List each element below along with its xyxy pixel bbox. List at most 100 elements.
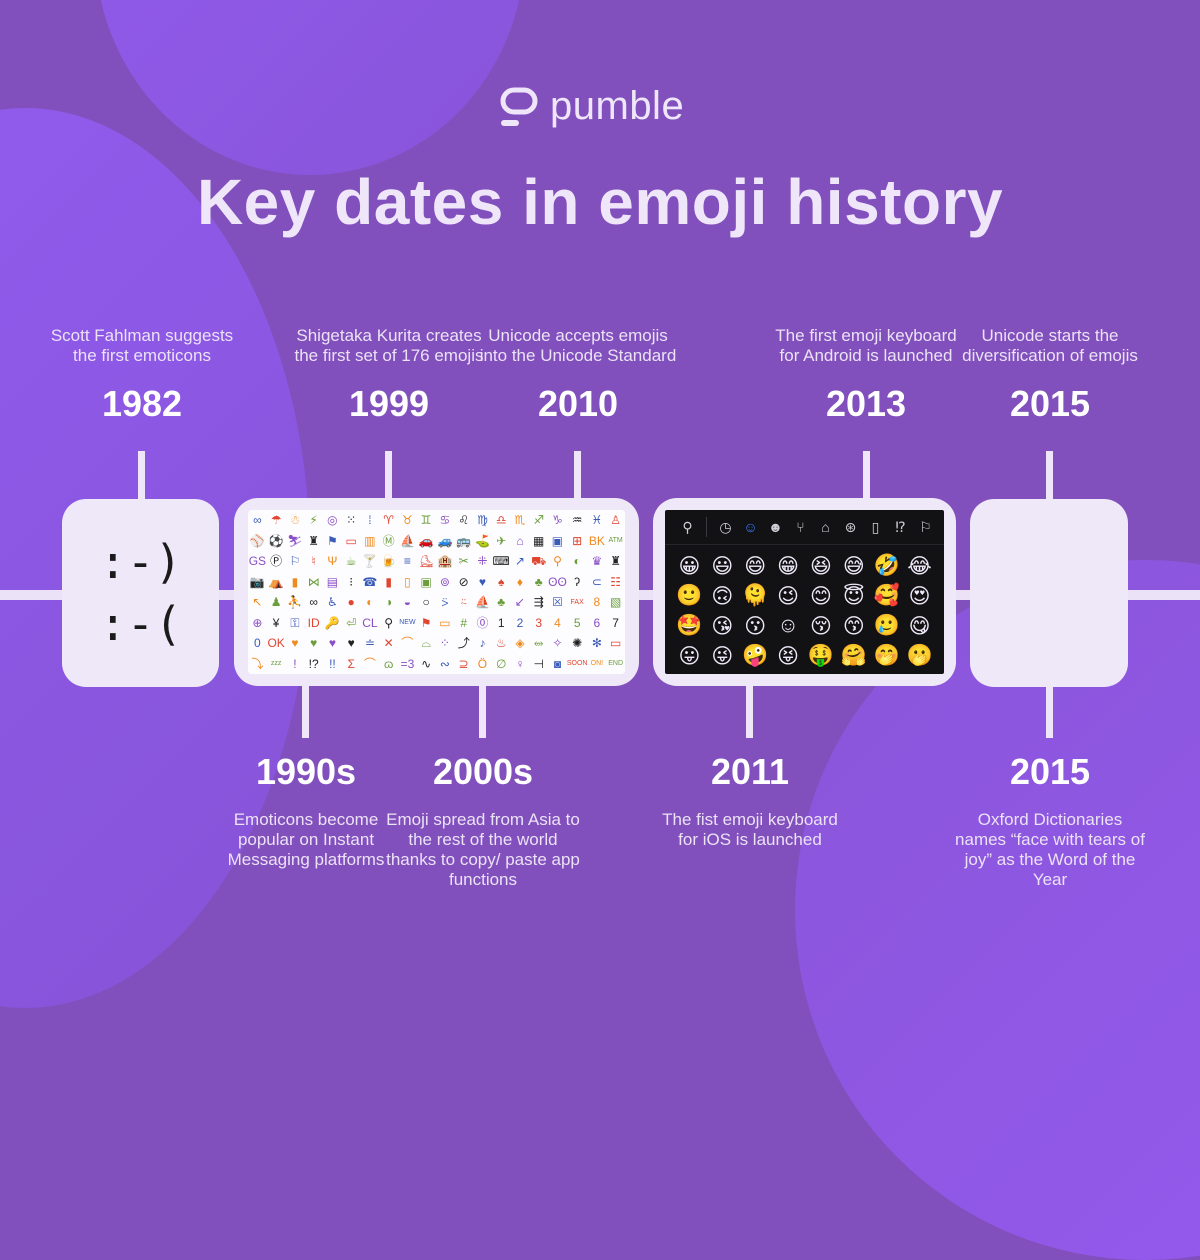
pumble-logo-icon bbox=[500, 87, 538, 126]
face-with-tears-of-joy-card: 😂 bbox=[970, 499, 1128, 687]
keyboard-emoji[interactable]: 😛 bbox=[678, 644, 700, 669]
original-emoji-glyph: ♀ bbox=[515, 656, 525, 671]
original-emoji-glyph: ⛺ bbox=[268, 574, 284, 589]
face-with-tears-of-joy-emoji: 😂 bbox=[995, 542, 1103, 645]
original-emoji-glyph: ⚑ bbox=[327, 533, 338, 548]
search-icon[interactable]: ⚲ bbox=[675, 519, 700, 536]
original-emoji-glyph: ▭ bbox=[609, 636, 622, 651]
original-emoji-glyph: 🚙 bbox=[437, 533, 453, 548]
event-year: 1990s bbox=[255, 751, 357, 792]
activity-icon[interactable]: ⊛ bbox=[838, 519, 863, 536]
original-emoji-glyph: BK bbox=[588, 533, 605, 548]
keyboard-emoji[interactable]: 😊 bbox=[810, 584, 832, 609]
keyboard-emoji[interactable]: 😇 bbox=[843, 584, 865, 609]
keyboard-emoji[interactable]: 🤭 bbox=[874, 644, 900, 668]
original-emoji-glyph: ▭ bbox=[345, 533, 357, 548]
original-emoji-glyph: ♥ bbox=[291, 636, 299, 651]
food-icon[interactable]: ⑂ bbox=[788, 519, 813, 535]
original-emoji-glyph: ⚽ bbox=[268, 533, 284, 548]
keyboard-emoji[interactable]: 😗 bbox=[744, 614, 766, 639]
symbols-icon[interactable]: ⁉ bbox=[888, 519, 913, 536]
original-emoji-glyph: zzz bbox=[270, 660, 282, 668]
event-2013: The first emoji keyboard for Android is … bbox=[766, 326, 966, 424]
stem-2015-bottom bbox=[1046, 686, 1053, 738]
original-emoji-glyph: ♪ bbox=[479, 636, 486, 651]
keyboard-emoji[interactable]: 😉 bbox=[777, 584, 799, 609]
keyboard-emoji[interactable]: 😄 bbox=[744, 554, 766, 579]
original-emoji-glyph: ⁜ bbox=[477, 554, 488, 569]
places-icon[interactable]: ⌂ bbox=[813, 519, 838, 535]
original-emoji-glyph: Ⓜ bbox=[382, 533, 395, 548]
keyboard-emoji[interactable]: 🤑 bbox=[808, 644, 834, 668]
keyboard-emoji[interactable]: 🤣 bbox=[874, 554, 900, 578]
original-emoji-glyph: ♌ bbox=[458, 513, 470, 528]
keyboard-emoji[interactable]: 😅 bbox=[843, 554, 865, 579]
keyboard-emoji[interactable]: 😃 bbox=[711, 554, 733, 579]
keyboard-emoji[interactable]: 😀 bbox=[678, 554, 700, 579]
original-emoji-glyph: NEW bbox=[399, 619, 416, 627]
keyboard-emoji[interactable]: 🙃 bbox=[711, 584, 733, 609]
original-emoji-glyph: ▧ bbox=[609, 595, 622, 610]
stem-2011 bbox=[746, 686, 753, 738]
keyboard-emoji[interactable]: 😘 bbox=[711, 614, 733, 639]
keyboard-emoji[interactable]: 😜 bbox=[711, 644, 733, 669]
original-emoji-glyph: SOON bbox=[566, 660, 588, 668]
keyboard-emoji[interactable]: 😆 bbox=[810, 554, 832, 579]
original-emoji-glyph: ▥ bbox=[364, 533, 376, 548]
original-emoji-glyph: ∿ bbox=[421, 656, 432, 671]
original-emoji-glyph: 🍺 bbox=[381, 554, 397, 569]
event-2015-diversification: Unicode starts the diversification of em… bbox=[950, 326, 1150, 424]
keyboard-emoji[interactable]: 😍 bbox=[909, 584, 931, 609]
keyboard-emoji[interactable]: 🤩 bbox=[676, 614, 702, 638]
original-emoji-glyph: ON! bbox=[590, 660, 604, 668]
original-emoji-glyph: ⊞ bbox=[572, 533, 583, 548]
original-emoji-glyph: ♥ bbox=[478, 574, 487, 589]
keyboard-emoji[interactable]: 🥲 bbox=[874, 614, 900, 638]
keyboard-emoji[interactable]: 😋 bbox=[909, 614, 931, 639]
original-emoji-glyph: ▭ bbox=[439, 615, 451, 630]
event-description: Emoji spread from Asia to the rest of th… bbox=[386, 810, 580, 889]
keyboard-emoji[interactable]: 🫠 bbox=[742, 584, 768, 608]
keyboard-emoji[interactable]: 🤪 bbox=[742, 644, 768, 668]
original-emoji-glyph: 4 bbox=[554, 615, 561, 630]
original-emoji-glyph: ♥ bbox=[347, 636, 355, 651]
keyboard-emoji[interactable]: 😁 bbox=[777, 554, 799, 579]
original-emoji-glyph: ♋ bbox=[439, 513, 451, 528]
recent-icon[interactable]: ◷ bbox=[713, 519, 738, 536]
original-emoji-glyph: ↗ bbox=[514, 554, 525, 569]
original-emoji-glyph: 7 bbox=[612, 615, 619, 630]
original-emoji-glyph: Σ bbox=[347, 656, 355, 671]
emoticons-card: :-) :-( bbox=[62, 499, 219, 687]
keyboard-emoji[interactable]: 🫢 bbox=[906, 644, 932, 668]
original-emoji-glyph: 2 bbox=[516, 615, 524, 630]
original-emoji-glyph: ⊣ bbox=[533, 656, 544, 671]
original-emoji-glyph: ◈ bbox=[515, 636, 525, 651]
keyboard-emoji[interactable]: 😙 bbox=[843, 614, 865, 639]
keyboard-emoji[interactable]: 😂 bbox=[907, 554, 932, 579]
original-emoji-glyph: ⛷ bbox=[287, 533, 303, 548]
stem-2015-top bbox=[1046, 451, 1053, 499]
objects-icon[interactable]: ▯ bbox=[863, 519, 888, 536]
keyboard-emoji[interactable]: 🥰 bbox=[874, 584, 900, 608]
original-emoji-glyph: ⤵ bbox=[251, 656, 264, 671]
keyboard-emoji[interactable]: 😝 bbox=[777, 644, 799, 669]
smileys-icon[interactable]: ☺ bbox=[738, 519, 763, 535]
original-emoji-glyph: ⊕ bbox=[252, 615, 263, 630]
frown-emoticon: :-( bbox=[98, 597, 183, 651]
original-emoji-glyph: ♒ bbox=[571, 513, 583, 528]
original-emoji-glyph: 🏨 bbox=[437, 554, 453, 569]
people-icon[interactable]: ☻ bbox=[763, 519, 788, 535]
smile-emoticon: :-) bbox=[98, 535, 183, 589]
original-emoji-glyph: ◑ bbox=[385, 595, 393, 610]
original-emoji-glyph: ⓪ bbox=[476, 615, 489, 630]
original-emoji-glyph: ♥ bbox=[328, 636, 336, 651]
keyboard-emoji[interactable]: 🙂 bbox=[676, 584, 702, 608]
emoji-keyboard-grid: 😀 😃 😄 😁 😆 😅 🤣 😂 🙂 🙃 🫠 😉 😊 😇 🥰 😍 🤩 😘 😗 ☺ 😚 😙 🥲 😋 😛 😜 🤪 😝 🤑 🤗 🤭 🫢 bbox=[665, 545, 944, 674]
keyboard-emoji[interactable]: 🤗 bbox=[841, 644, 867, 668]
flags-icon[interactable]: ⚐ bbox=[913, 519, 938, 536]
event-year: 1999 bbox=[348, 383, 430, 424]
keyboard-emoji[interactable]: 😚 bbox=[810, 614, 832, 639]
keyboard-emoji[interactable]: ☺ bbox=[777, 614, 798, 638]
original-emoji-glyph: ✺ bbox=[572, 636, 583, 651]
original-emoji-grid: ∞ ☂ ☃ ⚡ ◎ ⁙ ⁞ ♈ ♉ ♊ ♋ ♌ ♍ ♎ ♏ ♐ ♑ ♒ ♓ ♙ ⚾ ⚽ ⛷ ♜ ⚑ ▭ ▥ Ⓜ ⛵ 🚗 🚙 🚌 ⛳ ✈ ⌂ ▦ ▣ ⊞ BK… bbox=[248, 510, 625, 674]
